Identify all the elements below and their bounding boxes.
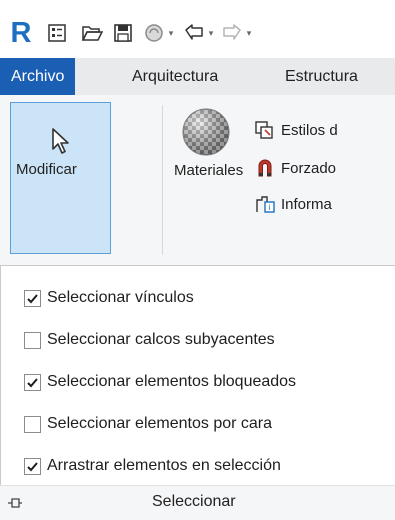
tab-arquitectura[interactable]: Arquitectura	[132, 58, 218, 95]
tab-archivo[interactable]: Archivo	[0, 58, 76, 95]
forzado-button[interactable]: Forzado	[255, 155, 336, 181]
sync-icon[interactable]	[142, 20, 166, 46]
option-label: Seleccionar elementos por cara	[47, 415, 273, 432]
option-select-underlay[interactable]: Seleccionar calcos subyacentes	[24, 326, 275, 354]
open-file-icon[interactable]	[80, 20, 104, 46]
cursor-arrow-icon	[52, 128, 69, 154]
option-select-pinned[interactable]: Seleccionar elementos bloqueados	[24, 368, 296, 396]
material-sphere-icon	[182, 108, 230, 156]
redo-icon[interactable]	[220, 20, 244, 46]
ribbon-tab-bar: Archivo Arquitectura Estructura	[0, 58, 395, 95]
informacion-button[interactable]: i Informa	[255, 191, 332, 217]
checkbox-select-underlay[interactable]	[24, 331, 41, 349]
pin-icon[interactable]	[6, 494, 24, 512]
checkbox-select-pinned[interactable]	[24, 373, 41, 391]
undo-icon[interactable]	[182, 20, 206, 46]
informacion-label: Informa	[281, 195, 332, 213]
checkbox-drag-on-selection[interactable]	[24, 457, 41, 475]
checkbox-select-by-face[interactable]	[24, 415, 41, 433]
tab-estructura[interactable]: Estructura	[285, 58, 358, 95]
option-select-links[interactable]: Seleccionar vínculos	[24, 284, 194, 312]
svg-text:i: i	[269, 203, 271, 212]
modificar-button[interactable]: Modificar	[10, 102, 111, 254]
option-select-by-face[interactable]: Seleccionar elementos por cara	[24, 410, 272, 438]
estilos-label: Estilos d	[281, 121, 338, 139]
option-label: Seleccionar vínculos	[47, 289, 194, 306]
project-info-icon: i	[255, 194, 275, 214]
materiales-label: Materiales	[174, 162, 244, 179]
option-label: Arrastrar elementos en selección	[47, 457, 281, 474]
panel-separator	[162, 105, 163, 255]
panel-footer: Seleccionar	[0, 485, 395, 520]
checkbox-select-links[interactable]	[24, 289, 41, 307]
materiales-button[interactable]: Materiales	[168, 100, 253, 250]
redo-dropdown-icon[interactable]: ▾	[244, 20, 254, 46]
object-styles-icon	[255, 120, 275, 140]
option-label: Seleccionar calcos subyacentes	[47, 331, 275, 348]
undo-dropdown-icon[interactable]: ▾	[206, 20, 216, 46]
properties-icon[interactable]	[46, 20, 68, 46]
select-options-panel: Seleccionar vínculos Seleccionar calcos …	[0, 265, 395, 519]
quick-access-toolbar: R ▾ ▾ ▾	[0, 0, 395, 58]
sync-dropdown-icon[interactable]: ▾	[166, 20, 176, 46]
option-drag-on-selection[interactable]: Arrastrar elementos en selección	[24, 452, 281, 480]
estilos-button[interactable]: Estilos d	[255, 117, 338, 143]
save-icon[interactable]	[112, 20, 134, 46]
modificar-label: Modificar	[16, 161, 77, 178]
snap-magnet-icon	[255, 158, 275, 178]
option-label: Seleccionar elementos bloqueados	[47, 373, 297, 390]
ribbon-panel: Modificar Materiales Estilos d Forzado i…	[0, 95, 395, 265]
panel-title: Seleccionar	[152, 493, 236, 510]
app-logo[interactable]: R	[10, 19, 32, 48]
forzado-label: Forzado	[281, 159, 337, 177]
